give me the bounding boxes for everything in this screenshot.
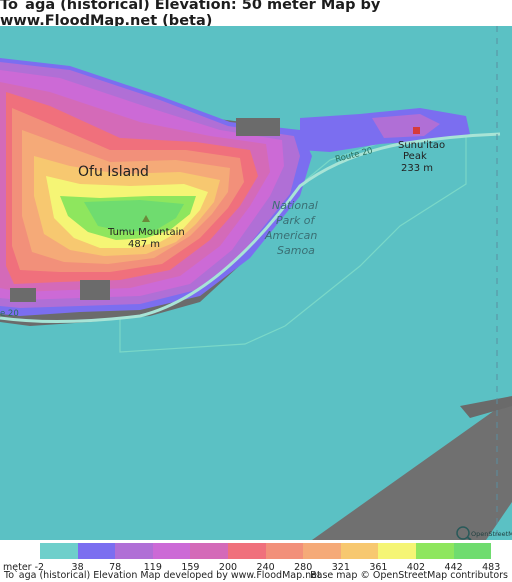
coast-block: [10, 288, 36, 302]
legend-swatch: [227, 543, 266, 559]
legend-swatch: [265, 543, 304, 559]
peak-name-label: Sunu'itao: [398, 140, 445, 151]
park-label-line-4: Samoa: [277, 244, 315, 257]
footer-attribution: Base map © OpenStreetMap contributors: [310, 570, 508, 581]
island-label: Ofu Island: [78, 164, 149, 180]
legend-swatch: [453, 543, 492, 559]
peak-marker-icon: [413, 127, 420, 134]
legend-swatch: [77, 543, 116, 559]
legend-swatch: [152, 543, 191, 559]
eastern-grey: [236, 118, 280, 136]
page-title: To`aga (historical) Elevation: 50 meter …: [0, 0, 512, 29]
map-canvas[interactable]: Ofu Island Tumu Mountain 487 m Sunu'itao…: [0, 26, 512, 540]
coast-block: [80, 280, 110, 300]
legend-swatch: [303, 543, 341, 559]
park-label-line-1: National: [272, 199, 318, 212]
osm-logo-text: OpenStreetMap: [471, 530, 512, 538]
legend-swatch: [415, 543, 454, 559]
legend-swatches: [40, 543, 492, 559]
legend-swatch: [378, 543, 416, 559]
footer: To`aga (historical) Elevation Map develo…: [0, 570, 512, 582]
park-label-line-3: American: [264, 229, 317, 242]
peak-name-label: Peak: [403, 151, 427, 162]
route-label-west: e 20: [0, 309, 19, 319]
legend-swatch: [340, 543, 379, 559]
legend-swatch: [115, 543, 153, 559]
elevation-map[interactable]: Ofu Island Tumu Mountain 487 m Sunu'itao…: [0, 26, 512, 540]
footer-credit: To`aga (historical) Elevation Map develo…: [4, 570, 321, 581]
mountain-elev-label: 487 m: [128, 239, 160, 250]
park-label-line-2: Park of: [276, 214, 316, 227]
peak-elev-label: 233 m: [401, 163, 433, 174]
legend-swatch: [190, 543, 228, 559]
mountain-name-label: Tumu Mountain: [107, 227, 185, 238]
legend-swatch: [40, 543, 78, 559]
